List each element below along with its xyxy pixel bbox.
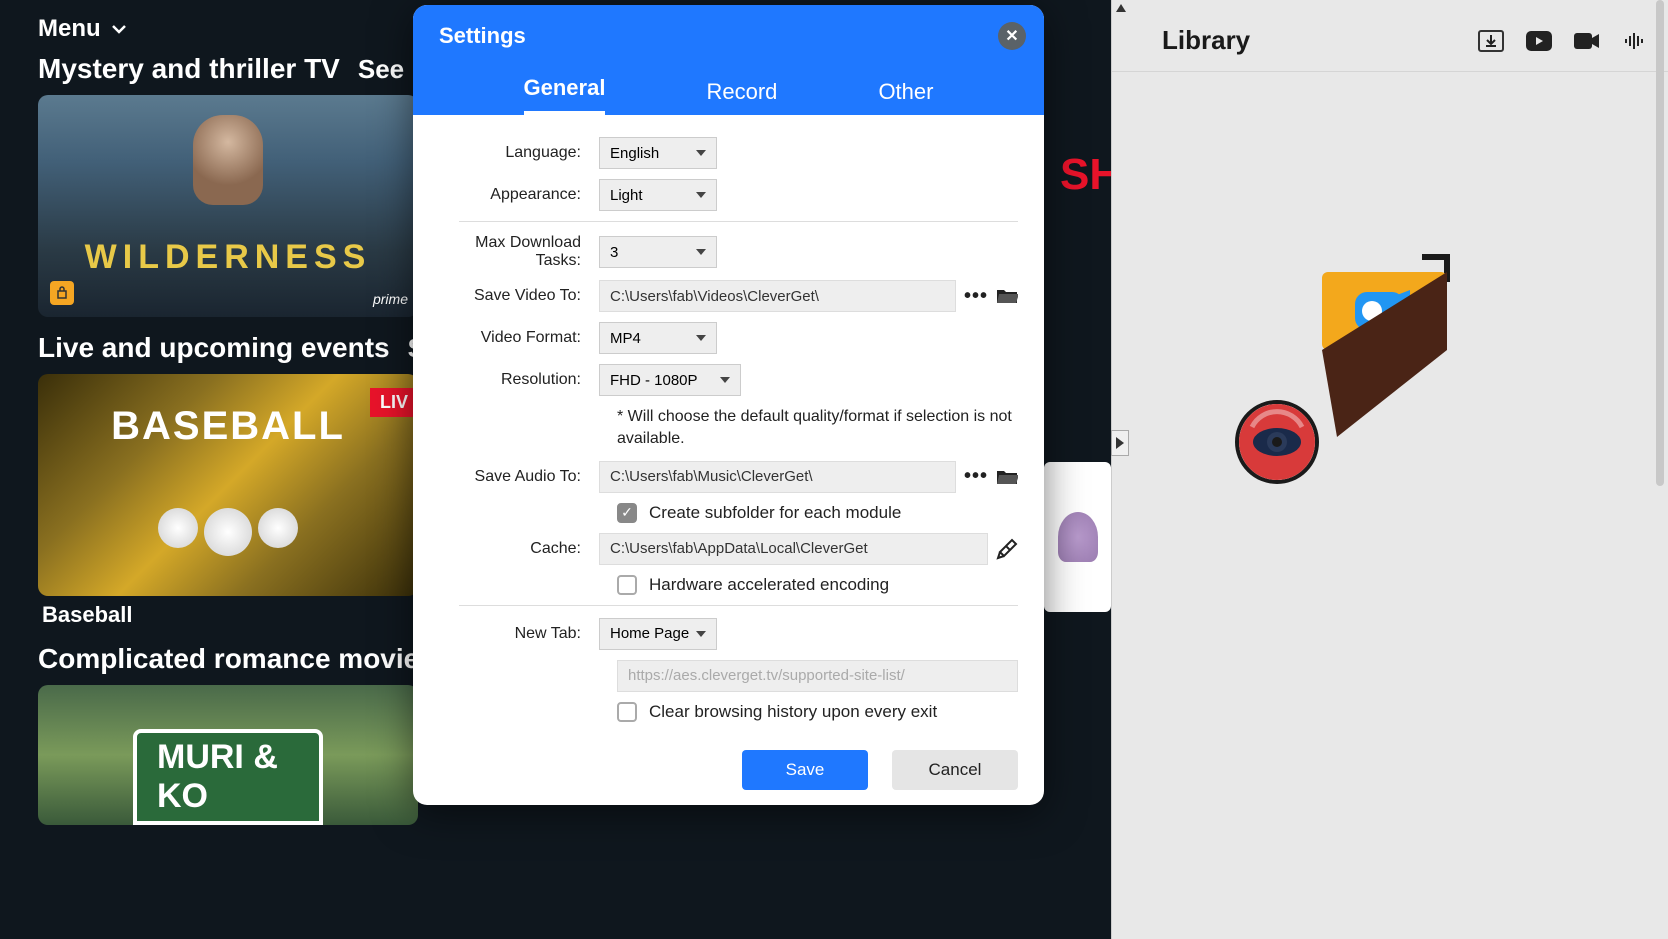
save-audio-path[interactable]: C:\Users\fab\Music\CleverGet\ xyxy=(599,461,956,493)
open-folder-video-icon[interactable] xyxy=(996,287,1018,305)
tile-title-baseball: BASEBALL xyxy=(111,404,345,449)
language-label: Language: xyxy=(439,144,599,162)
divider xyxy=(459,605,1018,606)
browse-video-button[interactable]: ••• xyxy=(964,285,988,308)
cache-label: Cache: xyxy=(439,540,599,558)
appearance-label: Appearance: xyxy=(439,186,599,204)
video-filter-icon[interactable] xyxy=(1574,30,1600,52)
language-value: English xyxy=(610,145,659,162)
settings-modal-header: Settings ✕ xyxy=(413,5,1044,67)
resolution-select[interactable]: FHD - 1080P xyxy=(599,364,741,396)
check-icon: ✓ xyxy=(621,504,633,521)
chevron-down-icon xyxy=(720,377,730,383)
save-video-path[interactable]: C:\Users\fab\Videos\CleverGet\ xyxy=(599,280,956,312)
close-icon: ✕ xyxy=(1005,26,1018,46)
new-tab-select[interactable]: Home Page xyxy=(599,618,717,650)
appearance-value: Light xyxy=(610,187,643,204)
menu-label: Menu xyxy=(38,15,101,43)
prime-badge: prime xyxy=(373,291,408,307)
settings-modal: Settings ✕ General Record Other Language… xyxy=(413,5,1044,805)
tile-title-wilderness: WILDERNESS xyxy=(85,238,372,277)
section-title-romance: Complicated romance movies xyxy=(38,643,435,675)
subfolder-label: Create subfolder for each module xyxy=(649,503,901,523)
cancel-button[interactable]: Cancel xyxy=(892,750,1018,790)
clear-history-checkbox[interactable] xyxy=(617,702,637,722)
max-tasks-label: Max Download Tasks: xyxy=(439,234,599,270)
library-body xyxy=(1112,72,1668,931)
library-empty-illustration xyxy=(1192,242,1452,492)
chevron-down-icon xyxy=(111,21,127,37)
max-tasks-value: 3 xyxy=(610,244,618,261)
content-tile-baseball[interactable]: LIV BASEBALL xyxy=(38,374,418,596)
mariners-text: ariners xyxy=(1034,560,1114,588)
resolution-value: FHD - 1080P xyxy=(610,372,698,389)
subfolder-checkbox[interactable]: ✓ xyxy=(617,503,637,523)
settings-body: Language: English Appearance: Light Max … xyxy=(413,115,1044,735)
trophy-icon xyxy=(1058,512,1098,562)
chevron-down-icon xyxy=(696,192,706,198)
youtube-filter-icon[interactable] xyxy=(1526,30,1552,52)
close-button[interactable]: ✕ xyxy=(998,22,1026,50)
triangle-right-icon xyxy=(1116,437,1124,449)
champions-tile[interactable] xyxy=(1044,462,1111,612)
resolution-label: Resolution: xyxy=(439,371,599,389)
save-video-label: Save Video To: xyxy=(439,287,599,305)
tab-other[interactable]: Other xyxy=(878,79,933,115)
download-filter-icon[interactable] xyxy=(1478,30,1504,52)
shopping-bag-icon xyxy=(50,281,74,305)
new-tab-label: New Tab: xyxy=(439,625,599,643)
library-filter-icons xyxy=(1478,30,1648,52)
chevron-down-icon xyxy=(696,631,706,637)
quality-note: * Will choose the default quality/format… xyxy=(617,406,1018,451)
content-tile-wilderness[interactable]: WILDERNESS prime xyxy=(38,95,418,317)
settings-footer: Save Cancel xyxy=(413,735,1044,805)
library-sidebar: Library xyxy=(1111,0,1668,939)
video-format-value: MP4 xyxy=(610,330,641,347)
content-tile-muri[interactable]: MURI & KO xyxy=(38,685,418,825)
live-badge: LIV xyxy=(370,388,418,417)
clear-history-label: Clear browsing history upon every exit xyxy=(649,702,937,722)
chevron-down-icon xyxy=(696,150,706,156)
collapse-library-button[interactable] xyxy=(1111,430,1129,456)
browse-audio-button[interactable]: ••• xyxy=(964,465,988,488)
settings-title: Settings xyxy=(439,23,526,49)
clear-cache-icon[interactable] xyxy=(996,538,1018,560)
video-format-label: Video Format: xyxy=(439,329,599,347)
video-format-select[interactable]: MP4 xyxy=(599,322,717,354)
settings-tabs: General Record Other xyxy=(413,67,1044,115)
new-tab-value: Home Page xyxy=(610,625,689,642)
language-select[interactable]: English xyxy=(599,137,717,169)
section-title-mystery: Mystery and thriller TV xyxy=(38,53,340,85)
tab-general[interactable]: General xyxy=(524,75,606,115)
max-tasks-select[interactable]: 3 xyxy=(599,236,717,268)
audio-filter-icon[interactable] xyxy=(1622,30,1648,52)
section-title-live: Live and upcoming events xyxy=(38,332,390,364)
cache-path[interactable]: C:\Users\fab\AppData\Local\CleverGet xyxy=(599,533,988,565)
chevron-down-icon xyxy=(696,335,706,341)
open-folder-audio-icon[interactable] xyxy=(996,468,1018,486)
library-header: Library xyxy=(1112,0,1668,72)
scroll-top-arrow-icon[interactable] xyxy=(1116,4,1126,12)
new-tab-url-input[interactable]: https://aes.cleverget.tv/supported-site-… xyxy=(617,660,1018,692)
tile-title-muri: MURI & KO xyxy=(133,729,323,825)
save-button[interactable]: Save xyxy=(742,750,868,790)
save-audio-label: Save Audio To: xyxy=(439,468,599,486)
hw-accel-checkbox[interactable] xyxy=(617,575,637,595)
chevron-down-icon xyxy=(696,249,706,255)
tab-record[interactable]: Record xyxy=(706,79,777,115)
appearance-select[interactable]: Light xyxy=(599,179,717,211)
library-title: Library xyxy=(1162,25,1250,56)
hw-accel-label: Hardware accelerated encoding xyxy=(649,575,889,595)
divider xyxy=(459,221,1018,222)
